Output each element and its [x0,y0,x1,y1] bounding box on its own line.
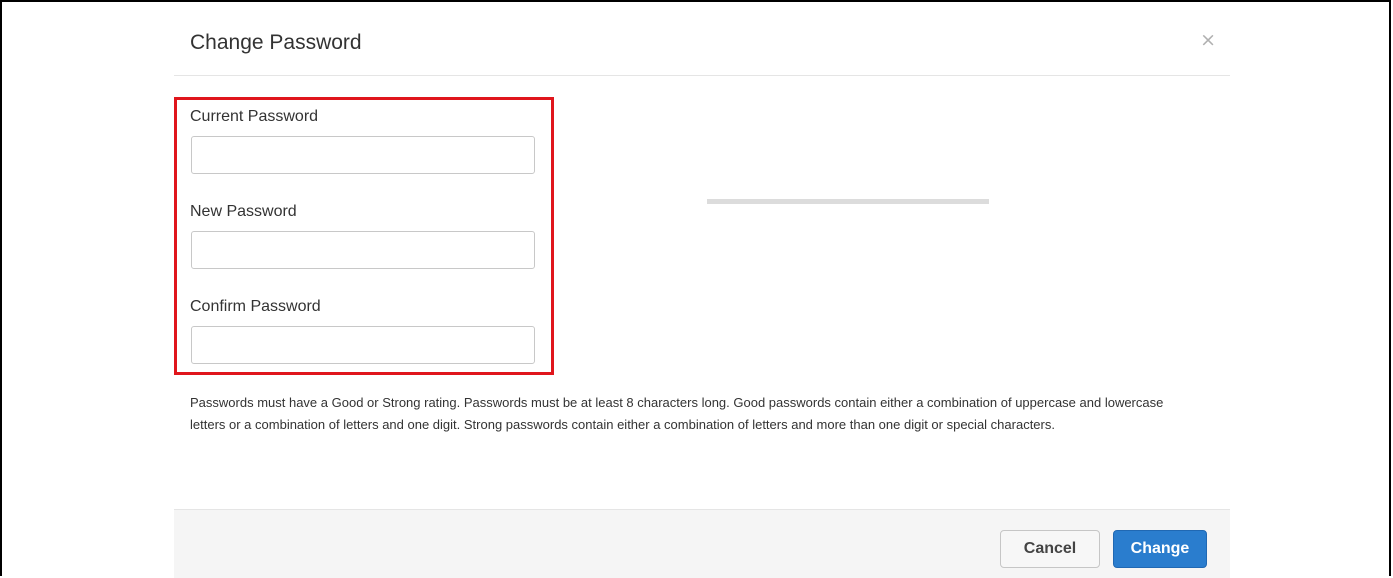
new-password-label: New Password [190,203,297,220]
password-requirements-text: Passwords must have a Good or Strong rat… [190,395,1164,432]
confirm-password-input[interactable] [191,326,535,364]
confirm-password-label: Confirm Password [190,298,321,315]
new-password-input[interactable] [191,231,535,269]
change-password-dialog: Change Password × Current Password New P… [174,2,1230,578]
change-button[interactable]: Change [1113,530,1207,568]
current-password-label: Current Password [190,108,319,125]
dialog-header: Change Password × [174,2,1230,76]
cancel-button[interactable]: Cancel [1000,530,1100,568]
current-password-input[interactable] [191,136,535,174]
dialog-title: Change Password [190,31,362,54]
close-icon[interactable]: × [1200,29,1216,51]
dialog-footer: Cancel Change [174,509,1230,578]
password-strength-meter [707,199,989,204]
